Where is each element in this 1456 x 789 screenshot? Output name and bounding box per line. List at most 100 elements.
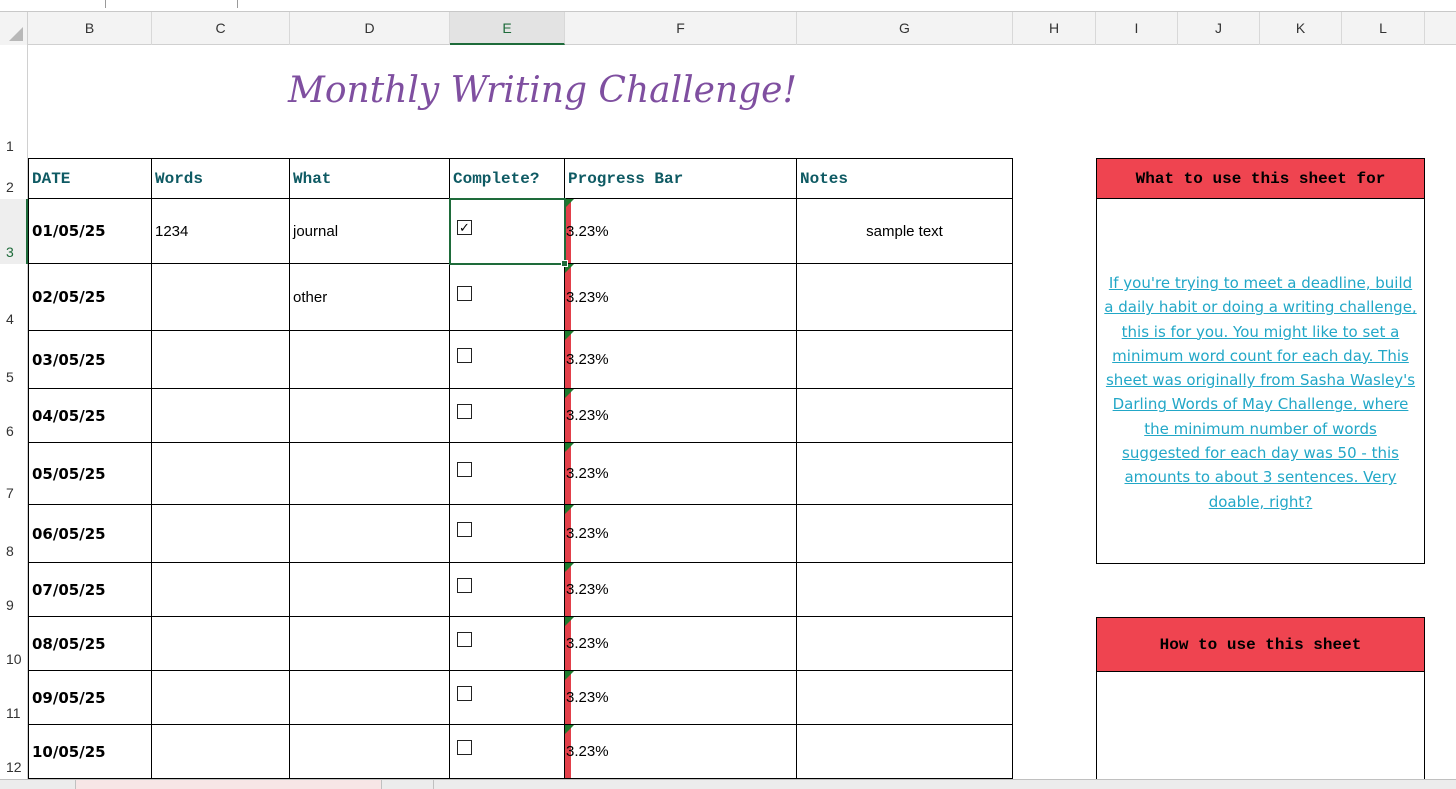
sheet-tab[interactable] xyxy=(382,780,434,789)
column-header-c[interactable]: C xyxy=(152,12,290,45)
what-cell[interactable] xyxy=(290,331,450,389)
words-cell[interactable] xyxy=(152,505,290,563)
complete-checkbox[interactable] xyxy=(457,632,472,647)
row-header-7[interactable]: 7 xyxy=(0,443,28,505)
notes-cell[interactable] xyxy=(797,389,1013,443)
progress-cell[interactable]: 3.23% xyxy=(565,331,797,389)
complete-checkbox[interactable] xyxy=(457,285,472,301)
notes-cell[interactable] xyxy=(797,563,1013,617)
header-notes[interactable]: Notes xyxy=(797,158,1013,199)
date-cell[interactable]: 09/05/25 xyxy=(28,671,152,725)
sheet-tab-active[interactable] xyxy=(76,780,382,789)
header-progress[interactable]: Progress Bar xyxy=(565,158,797,199)
what-cell[interactable] xyxy=(290,671,450,725)
row-header-2[interactable]: 2 xyxy=(0,158,28,199)
what-cell[interactable] xyxy=(290,505,450,563)
what-cell[interactable] xyxy=(290,563,450,617)
row-header-9[interactable]: 9 xyxy=(0,563,28,617)
what-cell[interactable] xyxy=(290,725,450,779)
row-header-3[interactable]: 3 xyxy=(0,199,28,264)
what-cell[interactable] xyxy=(290,617,450,671)
progress-cell[interactable]: 3.23% xyxy=(565,725,797,779)
complete-checkbox[interactable] xyxy=(457,740,472,755)
complete-cell[interactable] xyxy=(450,389,565,443)
column-header-e[interactable]: E xyxy=(450,12,565,45)
complete-checkbox[interactable] xyxy=(457,348,472,363)
complete-checkbox[interactable]: ✓ xyxy=(457,219,472,235)
complete-cell[interactable] xyxy=(450,725,565,779)
column-header-h[interactable]: H xyxy=(1013,12,1096,45)
complete-cell[interactable] xyxy=(450,443,565,505)
date-cell[interactable]: 05/05/25 xyxy=(28,443,152,505)
words-cell[interactable] xyxy=(152,725,290,779)
column-header-k[interactable]: K xyxy=(1260,12,1342,45)
complete-cell[interactable] xyxy=(450,617,565,671)
date-cell[interactable]: 10/05/25 xyxy=(28,725,152,779)
notes-cell[interactable] xyxy=(797,671,1013,725)
words-cell[interactable] xyxy=(152,443,290,505)
progress-cell[interactable]: 3.23% xyxy=(565,443,797,505)
column-header-i[interactable]: I xyxy=(1096,12,1178,45)
fill-handle[interactable] xyxy=(561,260,568,267)
progress-cell[interactable]: 3.23% xyxy=(565,389,797,443)
progress-cell[interactable]: 3.23% xyxy=(565,671,797,725)
words-cell[interactable] xyxy=(152,671,290,725)
column-header-g[interactable]: G xyxy=(797,12,1013,45)
complete-cell[interactable] xyxy=(450,505,565,563)
progress-cell[interactable]: 3.23% xyxy=(565,563,797,617)
notes-cell[interactable] xyxy=(797,264,1013,331)
words-cell[interactable]: 1234 xyxy=(152,199,290,264)
notes-cell[interactable] xyxy=(797,617,1013,671)
date-cell[interactable]: 08/05/25 xyxy=(28,617,152,671)
what-cell[interactable]: journal xyxy=(290,199,450,264)
column-header-j[interactable]: J xyxy=(1178,12,1260,45)
header-complete[interactable]: Complete? xyxy=(450,158,565,199)
words-cell[interactable] xyxy=(152,617,290,671)
complete-checkbox[interactable] xyxy=(457,686,472,701)
column-header-l[interactable]: L xyxy=(1342,12,1425,45)
date-cell[interactable]: 04/05/25 xyxy=(28,389,152,443)
complete-cell[interactable] xyxy=(450,264,565,331)
complete-checkbox[interactable] xyxy=(457,522,472,537)
row-header-4[interactable]: 4 xyxy=(0,264,28,331)
notes-cell[interactable] xyxy=(797,725,1013,779)
words-cell[interactable] xyxy=(152,389,290,443)
row-header-12[interactable]: 12 xyxy=(0,725,28,779)
progress-cell[interactable]: 3.23% xyxy=(565,505,797,563)
what-cell[interactable] xyxy=(290,443,450,505)
complete-cell[interactable] xyxy=(450,331,565,389)
header-words[interactable]: Words xyxy=(152,158,290,199)
row-header-11[interactable]: 11 xyxy=(0,671,28,725)
notes-cell[interactable]: sample text xyxy=(797,199,1013,264)
complete-cell[interactable]: ✓ xyxy=(450,199,565,264)
words-cell[interactable] xyxy=(152,331,290,389)
row-header-10[interactable]: 10 xyxy=(0,617,28,671)
date-cell[interactable]: 03/05/25 xyxy=(28,331,152,389)
date-cell[interactable]: 02/05/25 xyxy=(28,264,152,331)
row-header-1[interactable]: 1 xyxy=(0,45,28,158)
row-header-5[interactable]: 5 xyxy=(0,331,28,389)
date-cell[interactable]: 07/05/25 xyxy=(28,563,152,617)
what-cell[interactable]: other xyxy=(290,264,450,331)
what-cell[interactable] xyxy=(290,389,450,443)
header-date[interactable]: DATE xyxy=(28,158,152,199)
date-cell[interactable]: 01/05/25 xyxy=(28,199,152,264)
complete-checkbox[interactable] xyxy=(457,404,472,419)
notes-cell[interactable] xyxy=(797,505,1013,563)
row-header-8[interactable]: 8 xyxy=(0,505,28,563)
usage-info-link[interactable]: If you're trying to meet a deadline, bui… xyxy=(1103,271,1418,514)
progress-cell[interactable]: 3.23% xyxy=(565,264,797,331)
header-what[interactable]: What xyxy=(290,158,450,199)
sheet-tab[interactable] xyxy=(0,780,76,789)
column-header-f[interactable]: F xyxy=(565,12,797,45)
notes-cell[interactable] xyxy=(797,443,1013,505)
complete-cell[interactable] xyxy=(450,671,565,725)
words-cell[interactable] xyxy=(152,264,290,331)
words-cell[interactable] xyxy=(152,563,290,617)
notes-cell[interactable] xyxy=(797,331,1013,389)
row-header-6[interactable]: 6 xyxy=(0,389,28,443)
progress-cell[interactable]: 3.23% xyxy=(565,199,797,264)
complete-checkbox[interactable] xyxy=(457,462,472,477)
select-all-corner[interactable] xyxy=(0,12,28,45)
date-cell[interactable]: 06/05/25 xyxy=(28,505,152,563)
